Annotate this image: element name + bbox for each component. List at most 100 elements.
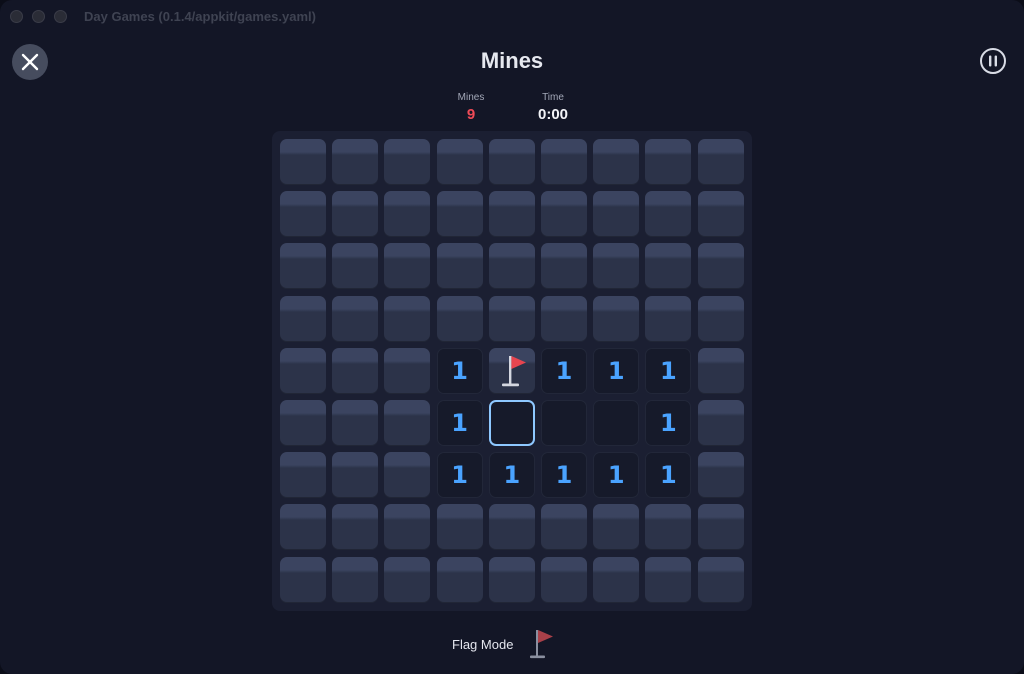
cell-covered[interactable]: [593, 191, 640, 238]
cell-flagged[interactable]: [488, 347, 535, 394]
cell-covered[interactable]: [332, 243, 379, 290]
cell-number[interactable]: 1: [436, 400, 483, 446]
cell-covered[interactable]: [697, 243, 744, 290]
cell-covered[interactable]: [384, 295, 431, 342]
timer: Time 0:00: [528, 92, 578, 124]
cell-covered[interactable]: [593, 139, 640, 185]
cell-covered[interactable]: [332, 139, 379, 185]
cell-covered[interactable]: [384, 452, 431, 499]
cell-covered[interactable]: [384, 347, 431, 394]
cell-covered[interactable]: [593, 504, 640, 551]
cell-covered[interactable]: [488, 504, 535, 551]
cell-covered[interactable]: [697, 347, 744, 394]
flag-icon: [501, 355, 526, 387]
cell-covered[interactable]: [332, 504, 379, 551]
cell-number-label: 1: [660, 461, 677, 490]
cell-covered[interactable]: [541, 191, 587, 238]
cell-number-label: 1: [503, 461, 521, 490]
cell-covered[interactable]: [332, 556, 379, 603]
cell-covered[interactable]: [280, 452, 326, 499]
title-bar: Day Games (0.1.4/appkit/games.yaml): [0, 0, 1024, 32]
cell-covered[interactable]: [488, 191, 535, 238]
cell-covered[interactable]: [488, 139, 535, 185]
pause-button[interactable]: [978, 46, 1008, 76]
cell-covered[interactable]: [593, 243, 640, 290]
cell-covered[interactable]: [384, 400, 431, 446]
cell-number[interactable]: 1: [645, 347, 692, 394]
cell-covered[interactable]: [697, 452, 744, 499]
cell-covered[interactable]: [384, 504, 431, 551]
cell-number-label: 1: [660, 409, 677, 437]
cell-covered[interactable]: [332, 191, 379, 238]
cell-covered[interactable]: [384, 139, 431, 185]
cell-covered[interactable]: [645, 191, 692, 238]
cell-covered[interactable]: [593, 295, 640, 342]
cell-covered[interactable]: [280, 191, 326, 238]
cell-covered[interactable]: [645, 504, 692, 551]
cell-covered[interactable]: [280, 295, 326, 342]
flag-icon: [530, 630, 554, 659]
cell-covered[interactable]: [697, 295, 744, 342]
cell-covered[interactable]: [436, 243, 483, 290]
cell-number[interactable]: 1: [593, 452, 640, 499]
cell-number-label: 1: [607, 356, 625, 385]
cell-covered[interactable]: [332, 295, 379, 342]
cell-number[interactable]: 1: [488, 452, 535, 499]
cell-empty[interactable]: [593, 400, 640, 446]
mines-label: Mines: [457, 92, 485, 103]
cell-covered[interactable]: [488, 243, 535, 290]
cell-empty[interactable]: [541, 400, 587, 446]
cell-number[interactable]: 1: [645, 400, 692, 446]
cell-covered[interactable]: [280, 243, 326, 290]
cell-number[interactable]: 1: [541, 347, 587, 394]
cell-covered[interactable]: [697, 556, 744, 603]
cell-covered[interactable]: [697, 400, 744, 446]
cell-covered[interactable]: [541, 139, 587, 185]
cell-covered[interactable]: [645, 243, 692, 290]
flag-mode-toggle[interactable]: Flag Mode: [452, 626, 555, 662]
cell-covered[interactable]: [280, 139, 326, 185]
cell-number[interactable]: 1: [645, 452, 692, 499]
cell-covered[interactable]: [488, 556, 535, 603]
flag-mode-label: Flag Mode: [452, 636, 514, 652]
window-close-control[interactable]: [10, 10, 23, 23]
cell-number[interactable]: 1: [436, 347, 483, 394]
cell-covered[interactable]: [541, 243, 587, 290]
cell-covered[interactable]: [280, 347, 326, 394]
cell-covered[interactable]: [280, 504, 326, 551]
window-zoom-control[interactable]: [54, 10, 67, 23]
cell-covered[interactable]: [436, 191, 483, 238]
cell-covered[interactable]: [332, 452, 379, 499]
cell-covered[interactable]: [436, 556, 483, 603]
cell-covered[interactable]: [645, 139, 692, 185]
cell-number-label: 1: [451, 356, 468, 385]
cell-number-label: 1: [451, 461, 468, 490]
cell-covered[interactable]: [541, 504, 587, 551]
cell-covered[interactable]: [436, 504, 483, 551]
cell-covered[interactable]: [488, 295, 535, 342]
cell-covered[interactable]: [436, 295, 483, 342]
cell-covered[interactable]: [697, 504, 744, 551]
cell-covered[interactable]: [280, 400, 326, 446]
cell-covered[interactable]: [645, 556, 692, 603]
cell-covered[interactable]: [541, 295, 587, 342]
cell-covered[interactable]: [436, 139, 483, 185]
mines-counter: Mines 9: [446, 92, 496, 124]
window-minimize-control[interactable]: [32, 10, 45, 23]
cell-covered[interactable]: [280, 556, 326, 603]
mines-value: 9: [466, 106, 476, 123]
cell-covered[interactable]: [541, 556, 587, 603]
cell-covered[interactable]: [593, 556, 640, 603]
cell-covered[interactable]: [384, 556, 431, 603]
cell-covered[interactable]: [697, 191, 744, 238]
cell-covered[interactable]: [384, 191, 431, 238]
cell-number[interactable]: 1: [593, 347, 640, 394]
cell-selected[interactable]: [488, 400, 535, 446]
cell-number[interactable]: 1: [541, 452, 587, 499]
cell-covered[interactable]: [645, 295, 692, 342]
cell-covered[interactable]: [332, 347, 379, 394]
cell-covered[interactable]: [384, 243, 431, 290]
cell-covered[interactable]: [332, 400, 379, 446]
cell-number[interactable]: 1: [436, 452, 483, 499]
cell-covered[interactable]: [697, 139, 744, 185]
